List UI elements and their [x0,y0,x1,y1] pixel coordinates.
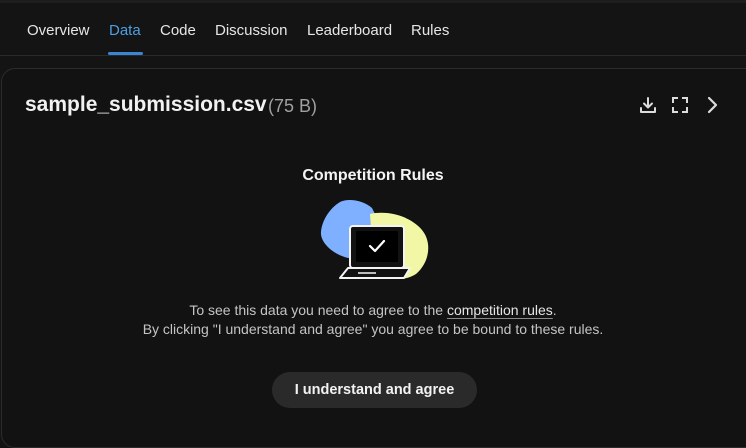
download-icon[interactable] [637,94,659,116]
rules-heading: Competition Rules [302,167,444,184]
laptop-agreement-illustration [320,200,429,279]
agreement-notice-line-2: By clicking "I understand and agree" you… [142,321,604,337]
file-name: sample_submission.csv [25,93,267,116]
tab-overview[interactable]: Overview [27,22,90,40]
tab-discussion[interactable]: Discussion [215,22,288,40]
competition-rules-link[interactable]: competition rules [447,302,553,318]
tab-leaderboard[interactable]: Leaderboard [307,22,392,40]
fullscreen-icon[interactable] [669,94,691,116]
agree-button[interactable]: I understand and agree [272,372,477,408]
notice-text: To see this data you need to agree to th… [189,302,447,318]
competition-tabs: Overview Data Code Discussion Leaderboar… [0,0,746,56]
file-size: (75 B) [268,96,318,116]
notice-period: . [552,302,557,318]
active-tab-indicator [108,52,143,55]
chevron-right-icon[interactable] [701,94,723,116]
agreement-notice-line-1: To see this data you need to agree to th… [0,301,746,319]
tab-code[interactable]: Code [160,22,196,40]
laptop-screen [356,231,398,262]
tab-rules[interactable]: Rules [411,22,449,40]
tab-data[interactable]: Data [109,22,141,40]
